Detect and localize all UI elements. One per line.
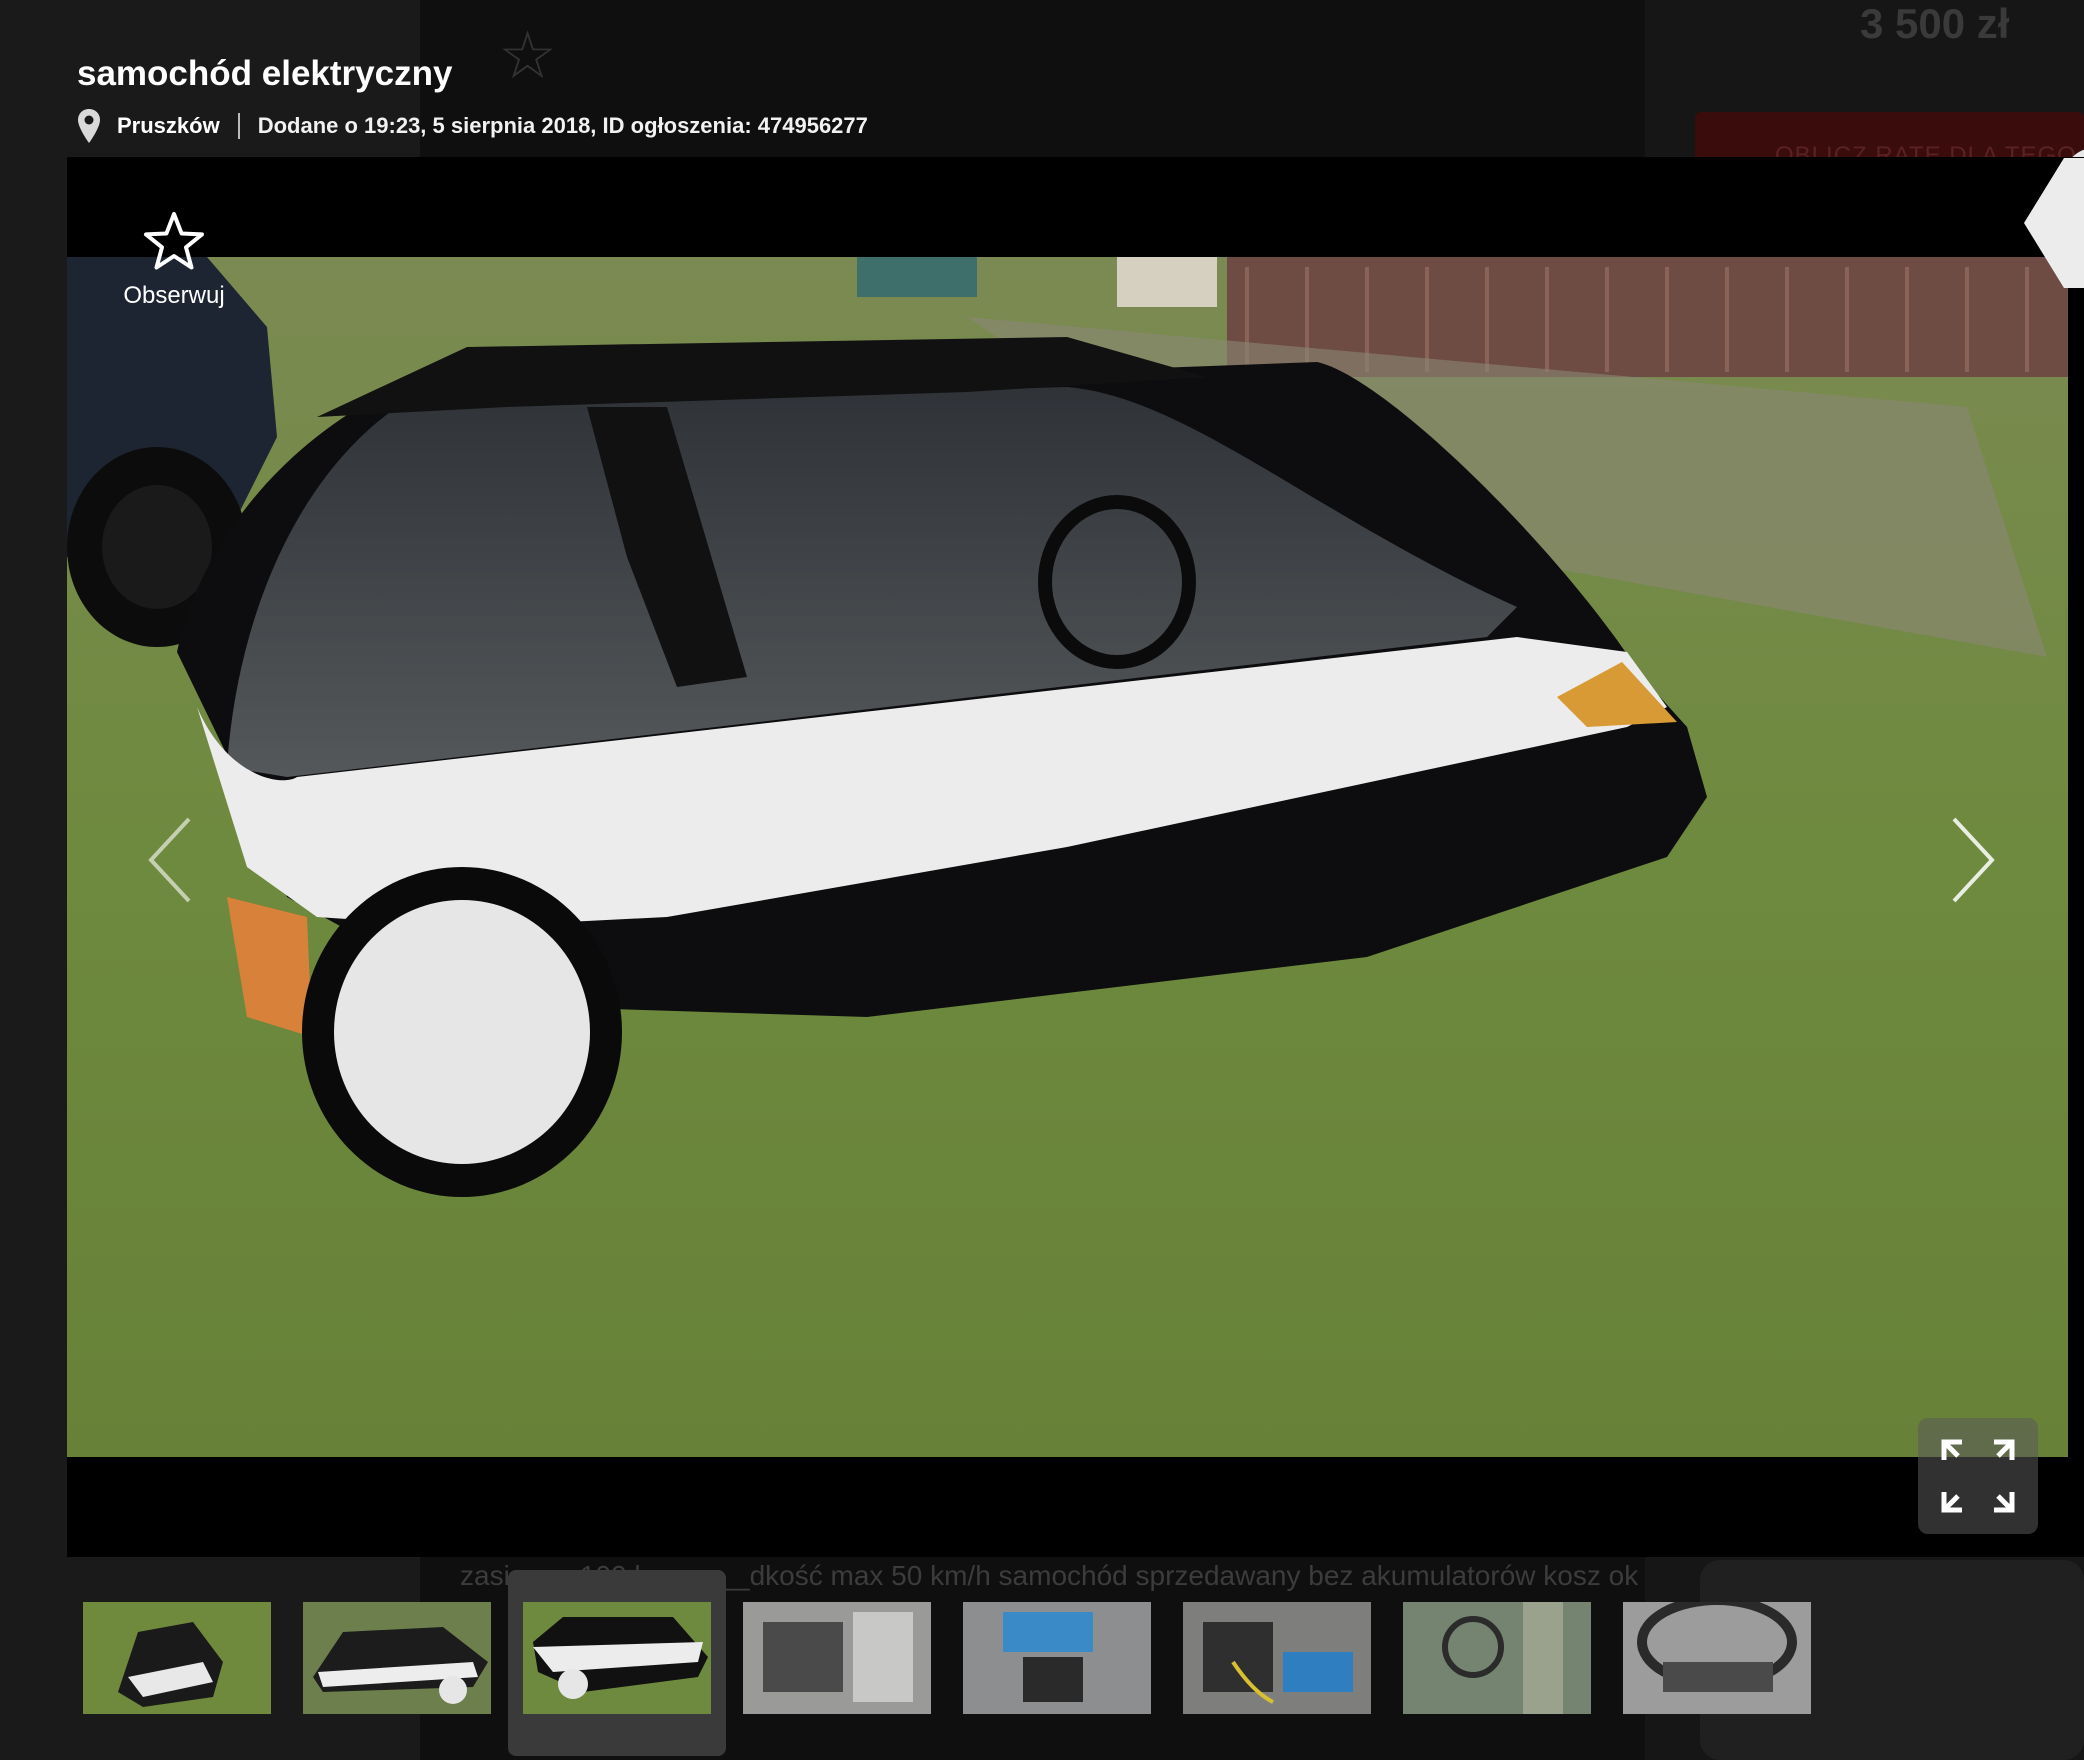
listing-title: samochód elektryczny: [77, 54, 453, 93]
previous-photo-arrow-icon[interactable]: [145, 815, 195, 905]
thumbnail-5[interactable]: [963, 1602, 1151, 1714]
background-price: 3 500 zł: [1860, 0, 2010, 47]
thumbnail-1[interactable]: [83, 1602, 271, 1714]
background-star-icon: ☆: [498, 18, 558, 92]
thumbnail-8[interactable]: [1623, 1602, 1811, 1714]
location-link[interactable]: Pruszków: [117, 113, 220, 139]
main-photo[interactable]: [67, 257, 2068, 1457]
follow-button[interactable]: Obserwuj: [118, 210, 230, 310]
expand-icon: [1941, 1439, 2015, 1513]
thumbnail-3[interactable]: [523, 1602, 711, 1714]
thumbnail-6[interactable]: [1183, 1602, 1371, 1714]
added-date: Dodane o 19:23, 5 sierpnia 2018, ID ogło…: [257, 113, 868, 138]
follow-label: Obserwuj: [123, 282, 225, 309]
star-outline-icon: [144, 212, 204, 270]
fullscreen-button[interactable]: [1918, 1418, 2038, 1534]
location-pin-icon: [78, 109, 100, 143]
close-panel-tab[interactable]: [2024, 158, 2084, 288]
next-photo-arrow-icon[interactable]: [1948, 815, 1998, 905]
meta-separator: [237, 113, 240, 139]
thumbnail-2[interactable]: [303, 1602, 491, 1714]
thumbnail-7[interactable]: [1403, 1602, 1591, 1714]
listing-meta: Pruszków Dodane o 19:23, 5 sierpnia 2018…: [77, 108, 868, 144]
thumbnail-4[interactable]: [743, 1602, 931, 1714]
